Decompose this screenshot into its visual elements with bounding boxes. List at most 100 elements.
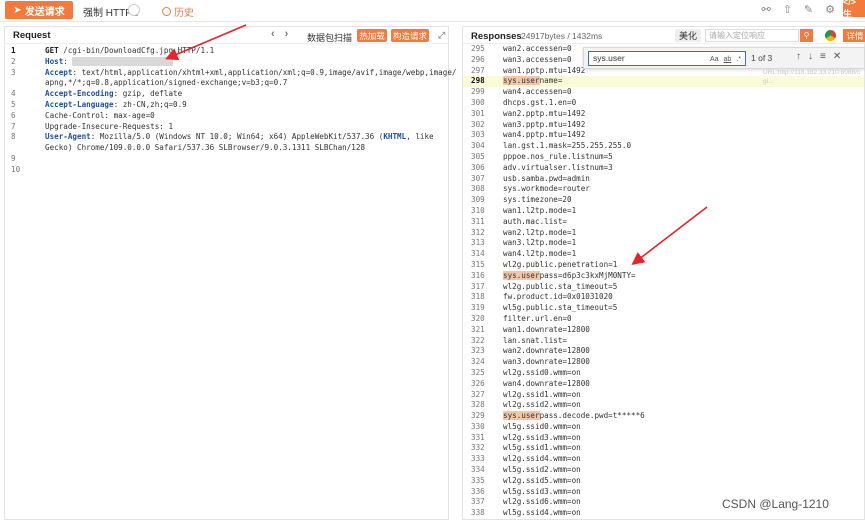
- response-line-text: wl2g.ssid4.wmm=on: [503, 454, 581, 465]
- match-case-toggle[interactable]: Aa: [710, 53, 719, 66]
- response-line-number: 303: [471, 130, 485, 140]
- header-key: User-Agent: [45, 132, 91, 142]
- response-line-number: 323: [471, 346, 485, 356]
- response-line-number: 318: [471, 292, 485, 302]
- request-line: 4 Accept-Encoding: gzip, deflate: [5, 89, 448, 100]
- code-gen-button[interactable]: </> 生: [843, 0, 865, 19]
- response-header: Responses 24917bytes / 1432ms 美化 请输入定位响应…: [463, 27, 865, 44]
- response-line-text: wan3.accessen=0: [503, 55, 572, 66]
- header-key: Accept-Encoding: [45, 89, 114, 99]
- next-icon[interactable]: ›: [285, 28, 299, 40]
- regex-toggle[interactable]: .*: [736, 53, 741, 66]
- request-line-text: Cache-Control: max-age=0: [45, 111, 155, 122]
- response-line-text: wl2g.ssid1.wmm=on: [503, 390, 581, 401]
- response-line-text: wan4.downrate=12800: [503, 379, 590, 390]
- code-token: wl2g.ssid0.wmm=on: [503, 367, 581, 377]
- request-editor[interactable]: 1 GET /cgi-bin/DownloadCfg.jpg HTTP/1.1 2 H…: [5, 44, 456, 176]
- response-line-text: wan4.l2tp.mode=1: [503, 249, 576, 260]
- faded-url-line1: URL:http://118.182.33.210:8088/c: [763, 69, 861, 76]
- response-line: 319 wl5g.public.sta_timeout=5: [463, 303, 864, 314]
- selection-filter-icon[interactable]: ≡: [820, 51, 826, 62]
- response-line: 314 wan4.l2tp.mode=1: [463, 249, 864, 260]
- force-https-toggle[interactable]: [128, 4, 140, 16]
- code-token: wl2g.public.sta_timeout=5: [503, 281, 618, 291]
- clock-icon: [162, 7, 171, 16]
- code-token: wan4.downrate=12800: [503, 378, 590, 388]
- send-request-button[interactable]: ➤ 发送请求: [5, 1, 73, 19]
- history-button[interactable]: 历史: [162, 4, 194, 19]
- code-token: 1 . 1. 200.200.2 000.0: [72, 56, 174, 66]
- request-line-number: 4: [11, 89, 16, 99]
- code-token: Gecko) Chrome/109.0.0.0 Safari/537.36 SL…: [45, 143, 366, 153]
- response-line-text: lan.gst.1.mask=255.255.255.0: [503, 141, 631, 152]
- expand-icon[interactable]: ⤢: [438, 30, 445, 41]
- search-icon[interactable]: ⚲: [800, 29, 813, 42]
- response-line-number: 300: [471, 97, 485, 107]
- arrow-up-icon[interactable]: ↑: [796, 51, 801, 62]
- match-word-toggle[interactable]: ab: [724, 53, 732, 66]
- response-title: Responses: [471, 31, 522, 42]
- response-line-text: wan3.pptp.mtu=1492: [503, 120, 585, 131]
- code-token: pass=d6p3c3kxMjM0NTY=: [539, 270, 636, 280]
- search-match: sys.user: [503, 411, 540, 421]
- response-line: 308 sys.workmode=router: [463, 184, 864, 195]
- beautify-button[interactable]: 美化: [675, 29, 701, 42]
- construct-request-button[interactable]: 构造请求: [391, 29, 429, 42]
- response-line-number: 304: [471, 141, 485, 151]
- response-line-number: 320: [471, 313, 485, 323]
- response-line-number: 308: [471, 184, 485, 194]
- response-line-text: wan3.l2tp.mode=1: [503, 238, 576, 249]
- response-line-text: wan2.accessen=0: [503, 44, 572, 55]
- response-line: 300 dhcps.gst.1.en=0: [463, 98, 864, 109]
- detail-button[interactable]: 详情: [843, 29, 865, 42]
- arrow-down-icon[interactable]: ↓: [808, 51, 813, 62]
- find-query: sys.user: [593, 53, 625, 63]
- response-line: 321 wan1.downrate=12800: [463, 325, 864, 336]
- request-line-text: GET /cgi-bin/DownloadCfg.jpg HTTP/1.1: [45, 46, 214, 57]
- response-search-input[interactable]: 请输入定位响应: [705, 29, 799, 42]
- response-line: 302 wan3.pptp.mtu=1492: [463, 120, 864, 131]
- code-token: : zh-CN,zh;q=0.9: [113, 99, 187, 109]
- response-editor[interactable]: 295 wan2.accessen=0 296 wan3.accessen=0 297 w…: [463, 44, 864, 519]
- response-line-number: 332: [471, 443, 485, 453]
- response-line-text: wan1.pptp.mtu=1492: [503, 66, 585, 77]
- response-line: 309 sys.timezone=20: [463, 195, 864, 206]
- code-token: pppoe.nos_rule.listnum=5: [503, 151, 613, 161]
- packet-scan-button[interactable]: 数据包扫描: [307, 31, 352, 44]
- code-token: , like: [406, 132, 434, 142]
- response-line: 330 wl5g.ssid0.wmm=on: [463, 422, 864, 433]
- share-icon[interactable]: ⚯: [761, 3, 770, 16]
- export-icon[interactable]: ⇧: [783, 3, 792, 16]
- response-line-number: 327: [471, 389, 485, 399]
- response-line-text: wl2g.ssid3.wmm=on: [503, 433, 581, 444]
- chrome-icon[interactable]: [825, 30, 836, 41]
- response-line-number: 335: [471, 475, 485, 485]
- response-line-number: 334: [471, 465, 485, 475]
- close-icon[interactable]: ✕: [833, 51, 841, 62]
- find-count: 1 of 3: [751, 53, 773, 63]
- response-line-text: usb.samba.pwd=admin: [503, 174, 590, 185]
- code-token: GET: [45, 46, 59, 55]
- edit-icon[interactable]: ✎: [804, 3, 813, 16]
- response-line: 318 fw.product.id=0x01031020: [463, 292, 864, 303]
- code-token: sys.timezone=20: [503, 195, 572, 205]
- find-widget: sys.user Aa ab .* 1 of 3 ↑ ↓ ≡ ✕: [583, 47, 865, 69]
- response-line-number: 315: [471, 259, 485, 269]
- code-token: wan1.l2tp.mode=1: [503, 205, 577, 215]
- response-line: 304 lan.gst.1.mask=255.255.255.0: [463, 141, 864, 152]
- code-token: wl2g.ssid4.wmm=on: [503, 454, 581, 464]
- request-line-number: 8: [11, 132, 16, 142]
- settings-icon[interactable]: ⚙: [825, 3, 835, 16]
- history-label: 历史: [174, 8, 194, 19]
- request-line: 7 Upgrade-Insecure-Requests: 1: [5, 122, 448, 133]
- response-line-number: 316: [471, 270, 485, 280]
- response-line: 310 wan1.l2tp.mode=1: [463, 206, 864, 217]
- hot-load-button[interactable]: 热加载: [357, 29, 387, 42]
- prev-icon[interactable]: ‹: [271, 28, 285, 40]
- code-token: wan2.downrate=12800: [503, 346, 590, 356]
- header-key: Accept: [45, 67, 73, 77]
- find-input[interactable]: sys.user Aa ab .*: [588, 51, 746, 66]
- code-token: pass.decode.pwd=t*****6: [539, 411, 645, 421]
- request-header: Request ‹› 数据包扫描 热加载 构造请求 ⤢: [5, 27, 448, 44]
- code-token: wan3.l2tp.mode=1: [503, 238, 577, 248]
